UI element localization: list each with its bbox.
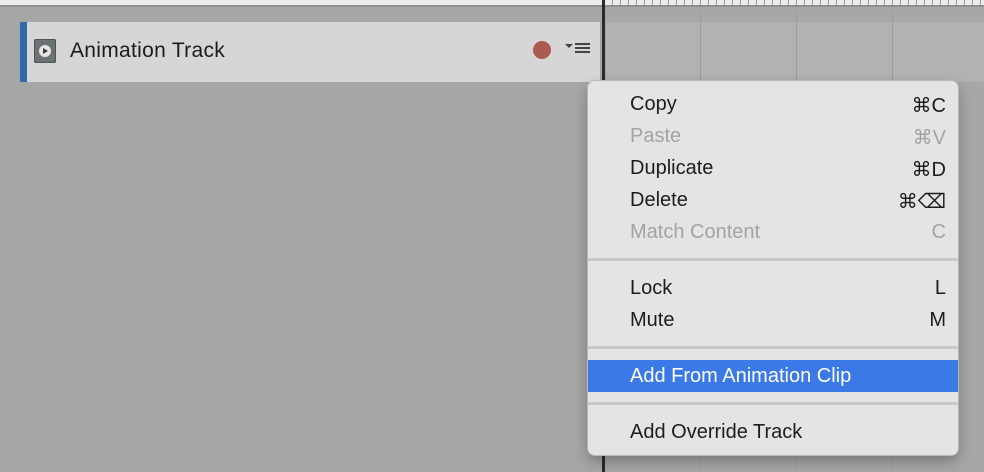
menu-item-add-from-animation-clip[interactable]: Add From Animation Clip [588, 360, 958, 392]
menu-item-paste: Paste ⌘V [588, 120, 958, 152]
timeline-track-row[interactable] [606, 22, 984, 82]
menu-item-shortcut: L [934, 277, 946, 299]
menu-item-shortcut: ⌘C [911, 95, 946, 117]
menu-item-delete[interactable]: Delete ⌘⌫ [588, 184, 958, 216]
track-options-icon[interactable] [565, 41, 593, 55]
menu-item-shortcut: ⌘V [912, 127, 946, 149]
menu-item-mute[interactable]: Mute M [588, 304, 958, 336]
menu-item-label: Add From Animation Clip [630, 365, 852, 387]
animation-track-header[interactable]: Animation Track [20, 22, 600, 82]
time-ruler[interactable] [606, 0, 984, 6]
menu-item-lock[interactable]: Lock L [588, 272, 958, 304]
menu-item-copy[interactable]: Copy ⌘C [588, 88, 958, 120]
menu-item-label: Copy [630, 93, 677, 115]
menu-item-shortcut: ⌘⌫ [897, 191, 946, 213]
menu-item-match-content: Match Content C [588, 216, 958, 248]
menu-item-label: Match Content [630, 221, 761, 243]
track-color-accent [20, 22, 27, 82]
menu-separator [588, 346, 958, 349]
track-name: Animation Track [70, 39, 226, 62]
menu-item-label: Mute [630, 309, 675, 331]
menu-item-shortcut: M [929, 309, 946, 331]
menu-item-add-override-track[interactable]: Add Override Track [588, 416, 958, 448]
menu-item-label: Duplicate [630, 157, 714, 179]
menu-item-label: Delete [630, 189, 688, 211]
menu-item-label: Lock [630, 277, 673, 299]
menu-item-shortcut: ⌘D [911, 159, 946, 181]
menu-item-duplicate[interactable]: Duplicate ⌘D [588, 152, 958, 184]
record-button[interactable] [533, 41, 551, 59]
menu-item-shortcut: C [931, 221, 946, 243]
animation-track-icon [34, 39, 56, 63]
menu-item-label: Paste [630, 125, 682, 147]
context-menu: Copy ⌘C Paste ⌘V Duplicate ⌘D Delete ⌘⌫ … [588, 81, 958, 455]
menu-separator [588, 402, 958, 405]
menu-item-label: Add Override Track [630, 421, 803, 443]
menu-separator [588, 258, 958, 261]
